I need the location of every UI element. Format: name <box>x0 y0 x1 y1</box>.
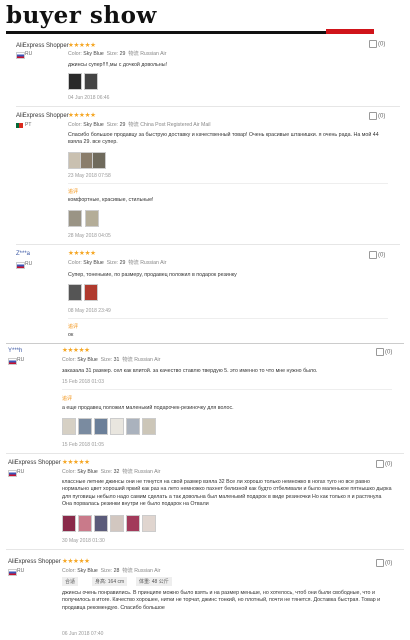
like-button[interactable]: (0) <box>369 112 385 120</box>
rating-stars: ★★★★★ <box>62 347 90 354</box>
review-text: Супер, тоненькие, по размеру, продавец п… <box>68 272 237 278</box>
rating-stars: ★★★★★ <box>68 250 96 257</box>
review-photo[interactable] <box>84 73 98 90</box>
review-meta: Color: Sky Blue Size: 29 物流 China Post R… <box>68 122 211 128</box>
reviewer-country: RU <box>17 469 25 475</box>
page-title: buyer show <box>6 2 157 29</box>
review-text: джинсы очень понравились. В принципе мож… <box>62 590 381 611</box>
fit-tag: 合适 <box>62 577 79 586</box>
like-button[interactable]: (0) <box>376 559 392 567</box>
review-photo[interactable] <box>62 515 76 532</box>
reviewer-country: RU <box>25 261 33 267</box>
review-photo[interactable] <box>142 515 156 532</box>
review-photo[interactable] <box>78 515 92 532</box>
additional-review-date: 15 Feb 2018 01:05 <box>62 442 104 448</box>
review-photo[interactable] <box>84 284 98 301</box>
country-flag <box>16 262 25 269</box>
rating-stars: ★★★★★ <box>68 42 96 49</box>
review-meta: Color: Sky Blue Size: 32 物流 Russian Air <box>62 469 161 475</box>
additional-review-label: 追评 <box>62 396 73 402</box>
country-flag <box>8 358 17 365</box>
review-photo[interactable] <box>142 418 156 435</box>
country-flag <box>8 470 17 477</box>
divider <box>16 244 400 245</box>
divider <box>62 389 392 390</box>
thumbs-up-icon <box>376 460 384 468</box>
review-photo[interactable] <box>92 152 106 169</box>
review-meta: Color: Sky Blue Size: 29 物流 Russian Air <box>68 51 167 57</box>
rating-stars: ★★★★★ <box>62 459 90 466</box>
country-flag <box>16 123 23 128</box>
additional-review-text: ок <box>68 332 74 338</box>
like-button[interactable]: (0) <box>376 460 392 468</box>
review-date: 15 Feb 2018 01:03 <box>62 379 104 385</box>
review-photo[interactable] <box>62 418 76 435</box>
review-photo[interactable] <box>85 210 99 227</box>
reviewer-name: AliExpress Shopper <box>16 43 69 49</box>
divider <box>6 453 404 454</box>
reviewer-name: Y***h <box>8 348 23 354</box>
review-meta: Color: Sky Blue Size: 28 物流 Russian Air <box>62 568 161 574</box>
weight-tag: 体重: 48 公斤 <box>136 577 172 586</box>
review-photo[interactable] <box>78 418 92 435</box>
review-text: Спасибо большое продавцу за быструю дост… <box>68 132 379 146</box>
thumbs-up-icon <box>376 559 384 567</box>
additional-review-text: комфортные, красивые, стильные! <box>68 197 154 203</box>
review-photo[interactable] <box>68 210 82 227</box>
like-button[interactable]: (0) <box>376 348 392 356</box>
thumbs-up-icon <box>376 348 384 356</box>
like-button[interactable]: (0) <box>369 251 385 259</box>
thumbs-up-icon <box>369 251 377 259</box>
title-accent-bar <box>326 29 374 34</box>
review-photo[interactable] <box>110 418 124 435</box>
rating-stars: ★★★★★ <box>62 558 90 565</box>
header: buyer show <box>0 0 410 40</box>
review-photo[interactable] <box>110 515 124 532</box>
reviewer-country: PT <box>25 122 32 128</box>
additional-review-date: 28 May 2018 04:05 <box>68 233 111 239</box>
divider <box>6 549 404 550</box>
review-date: 30 May 2018 01:30 <box>62 538 105 544</box>
additional-review-label: 追评 <box>68 324 79 330</box>
thumbs-up-icon <box>369 112 377 120</box>
review-text: классные летние джинсы они не тянутся на… <box>62 479 392 508</box>
review-date: 04 Jun 2018 06:46 <box>68 95 110 101</box>
reviewer-name: AliExpress Shopper <box>16 113 69 119</box>
title-underline <box>6 31 358 34</box>
review-photo[interactable] <box>94 515 108 532</box>
rating-stars: ★★★★★ <box>68 112 96 119</box>
review-text: заказала 31 размер. сел как влитой. за к… <box>62 368 318 374</box>
reviewer-country: RU <box>17 357 25 363</box>
reviewer-name: Z***a <box>16 251 31 257</box>
reviewer-name: AliExpress Shopper <box>8 460 61 466</box>
reviewer-country: RU <box>25 51 33 57</box>
reviewer-country: RU <box>17 568 25 574</box>
divider <box>68 318 388 319</box>
review-text: джинсы супер!!!!,мы с дочкой довольны! <box>68 62 168 68</box>
review-photo[interactable] <box>126 418 140 435</box>
reviewer-name: AliExpress Shopper <box>8 559 61 565</box>
divider <box>16 106 400 107</box>
height-tag: 身高: 164 cm <box>92 577 128 586</box>
divider <box>68 183 388 184</box>
review-photo[interactable] <box>68 73 82 90</box>
review-date: 23 May 2018 07:58 <box>68 173 111 179</box>
review-meta: Color: Sky Blue Size: 29 物流 Russian Air <box>68 260 167 266</box>
review-photo[interactable] <box>68 284 82 301</box>
country-flag <box>16 52 25 59</box>
divider <box>6 343 404 344</box>
review-meta: Color: Sky Blue Size: 31 物流 Russian Air <box>62 357 161 363</box>
review-photo[interactable] <box>126 515 140 532</box>
country-flag <box>8 569 17 576</box>
like-button[interactable]: (0) <box>369 40 385 48</box>
review-date: 08 May 2018 23:49 <box>68 308 111 314</box>
additional-review-text: а еще продавец положил маленький подароч… <box>62 405 234 411</box>
additional-review-label: 追评 <box>68 189 79 195</box>
thumbs-up-icon <box>369 40 377 48</box>
review-photo[interactable] <box>94 418 108 435</box>
review-date: 06 Jun 2018 07:40 <box>62 631 104 637</box>
